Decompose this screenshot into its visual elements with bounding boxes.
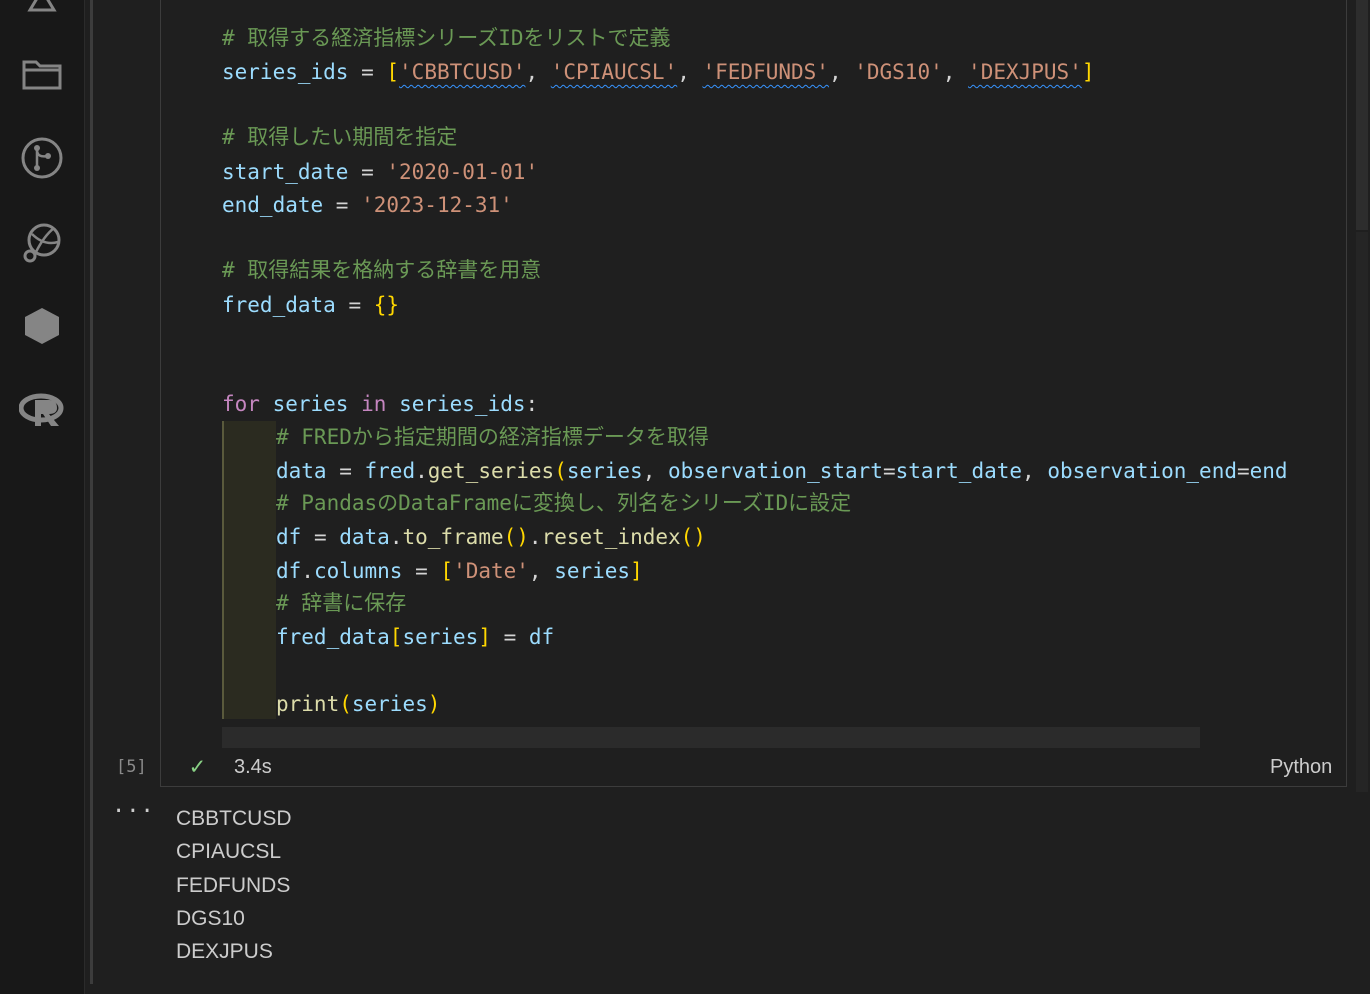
code-line: df.columns = ['Date', series]: [276, 559, 643, 583]
string-literal: '2023-12-31': [361, 193, 513, 217]
code-line: fred_data = {}: [222, 290, 399, 320]
variable: series: [566, 459, 643, 483]
string-literal: 'FEDFUNDS': [702, 60, 829, 84]
function-name: get_series: [427, 459, 555, 483]
activity-bar: [0, 0, 85, 994]
variable: df: [276, 525, 302, 549]
code-line: # 取得する経済指標シリーズIDをリストで定義: [222, 23, 671, 53]
string-literal: 'CBBTCUSD': [399, 60, 526, 84]
keyword-argument: observation_start: [668, 459, 883, 483]
comment: # 取得する経済指標シリーズIDをリストで定義: [222, 26, 671, 50]
code-line: print(series): [276, 692, 441, 716]
operator: =: [348, 60, 387, 84]
operator: =: [323, 193, 362, 217]
execution-duration: 3.4s: [234, 756, 272, 778]
extensions-icon[interactable]: [18, 302, 66, 350]
execution-count: [5]: [116, 757, 147, 777]
bracket: {}: [373, 293, 400, 317]
variable: fred_data: [276, 625, 390, 649]
function-name: reset_index: [541, 525, 681, 549]
function-name: to_frame: [402, 525, 504, 549]
variable: start_date: [895, 459, 1023, 483]
string-literal: '2020-01-01': [386, 160, 539, 184]
code-editor[interactable]: # 取得する経済指標シリーズIDをリストで定義 series_ids = ['C…: [222, 0, 1345, 726]
keyword: for: [222, 392, 260, 416]
remote-explorer-icon[interactable]: [18, 218, 66, 266]
function-name: print: [276, 692, 340, 716]
keyword: in: [361, 392, 387, 416]
comment: # 取得結果を格納する辞書を用意: [222, 258, 542, 282]
code-line: for series in series_ids:: [222, 389, 538, 419]
comment: # 辞書に保存: [276, 591, 407, 615]
vertical-scrollbar[interactable]: [1356, 0, 1368, 230]
code-line: # 取得したい期間を指定: [222, 122, 457, 152]
string-literal: 'CPIAUCSL': [550, 60, 678, 84]
variable: df: [276, 559, 302, 583]
variable: fred: [364, 459, 416, 483]
code-line: # FREDから指定期間の経済指標データを取得: [276, 422, 709, 452]
cell-language-picker[interactable]: Python: [1270, 756, 1332, 779]
code-line: # 辞書に保存: [276, 588, 406, 618]
variable: data: [276, 459, 327, 483]
code-line: start_date = '2020-01-01': [222, 157, 538, 187]
explorer-icon[interactable]: [18, 50, 66, 98]
variable: series: [402, 625, 479, 649]
variable: end: [1249, 459, 1288, 483]
comment: # FREDから指定期間の経済指標データを取得: [276, 425, 709, 449]
attribute: columns: [313, 559, 403, 583]
comment: # 取得したい期間を指定: [222, 125, 458, 149]
operator: :: [525, 392, 539, 416]
code-line: # PandasのDataFrameに変換し、列名をシリーズIDに設定: [276, 488, 851, 518]
bracket: [: [386, 60, 400, 84]
cell-focus-indicator: [90, 0, 93, 984]
variable: series_ids: [222, 60, 349, 84]
success-check-icon: ✓: [190, 752, 205, 780]
search-icon[interactable]: [18, 0, 66, 26]
output-line: FEDFUNDS: [176, 873, 291, 897]
code-line: df = data.to_frame().reset_index(): [276, 525, 706, 549]
output-line: DEXJPUS: [176, 940, 273, 964]
variable: series_ids: [399, 392, 526, 416]
output-more-actions-button[interactable]: ···: [112, 799, 155, 824]
string-literal: 'Date': [453, 559, 529, 583]
horizontal-scrollbar[interactable]: [222, 727, 1200, 748]
code-line: # 取得結果を格納する辞書を用意: [222, 255, 541, 285]
output-line: DGS10: [176, 906, 245, 930]
code-line: series_ids = ['CBBTCUSD', 'CPIAUCSL', 'F…: [222, 60, 1095, 84]
variable: fred_data: [222, 293, 336, 317]
source-control-icon[interactable]: [18, 134, 66, 182]
code-line: end_date = '2023-12-31': [222, 190, 513, 220]
output-line: CPIAUCSL: [176, 840, 282, 864]
output-line: CBBTCUSD: [176, 807, 292, 830]
operator: =: [348, 160, 387, 184]
variable: data: [339, 525, 390, 549]
variable: series: [554, 559, 631, 583]
bracket: ]: [1081, 60, 1095, 84]
variable: series: [272, 392, 349, 416]
comment: # PandasのDataFrameに変換し、列名をシリーズIDに設定: [276, 491, 852, 515]
vertical-scrollbar-track[interactable]: [1356, 232, 1368, 792]
variable: df: [528, 625, 555, 649]
string-literal: 'DEXJPUS': [968, 60, 1082, 84]
code-line: fred_data[series] = df: [276, 625, 555, 649]
string-literal: 'DGS10': [854, 60, 943, 84]
r-language-icon[interactable]: [18, 386, 66, 434]
cell-output: CBBTCUSD CPIAUCSL FEDFUNDS DGS10 DEXJPUS: [176, 802, 292, 968]
variable: series: [351, 692, 428, 716]
variable: start_date: [222, 160, 349, 184]
variable: end_date: [222, 193, 324, 217]
code-line: data = fred.get_series(series, observati…: [276, 459, 1288, 483]
keyword-argument: observation_end: [1047, 459, 1237, 483]
operator: =: [335, 293, 374, 317]
